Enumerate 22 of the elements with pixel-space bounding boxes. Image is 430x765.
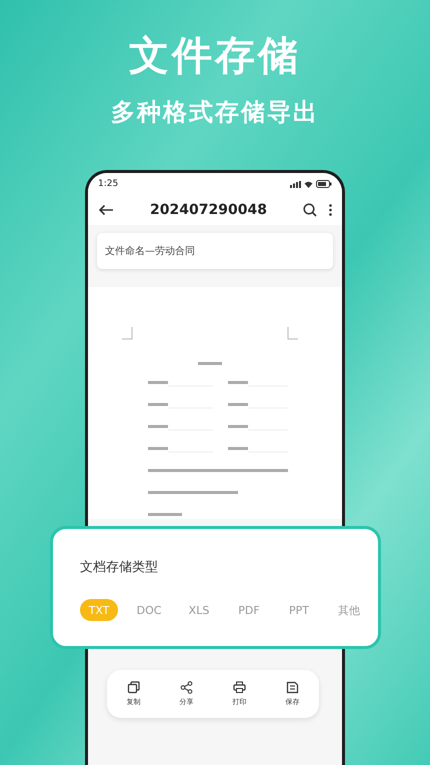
- copy-icon: [127, 681, 140, 694]
- more-icon[interactable]: [329, 204, 332, 216]
- battery-icon: [316, 180, 332, 188]
- back-arrow-icon[interactable]: [98, 204, 114, 216]
- file-name-field[interactable]: 文件命名—劳动合同: [97, 233, 333, 269]
- signal-icon: [290, 180, 301, 188]
- save-icon: [286, 681, 299, 694]
- share-icon: [180, 681, 193, 694]
- printer-icon: [233, 681, 246, 694]
- format-option[interactable]: XLS: [180, 599, 218, 621]
- sheet-title: 文档存储类型: [80, 559, 159, 577]
- subheadline: 多种格式存储导出: [111, 97, 319, 128]
- status-time: 1:25: [98, 179, 118, 189]
- wifi-icon: [304, 180, 313, 188]
- headline: 文件存储: [129, 32, 301, 81]
- format-option[interactable]: PPT: [280, 599, 318, 621]
- format-option[interactable]: DOC: [130, 599, 168, 621]
- format-option[interactable]: PDF: [230, 599, 268, 621]
- document-title: 202407290048: [149, 202, 268, 218]
- search-icon[interactable]: [303, 203, 317, 217]
- format-option[interactable]: 其他: [330, 599, 368, 621]
- format-option[interactable]: TXT: [80, 599, 118, 621]
